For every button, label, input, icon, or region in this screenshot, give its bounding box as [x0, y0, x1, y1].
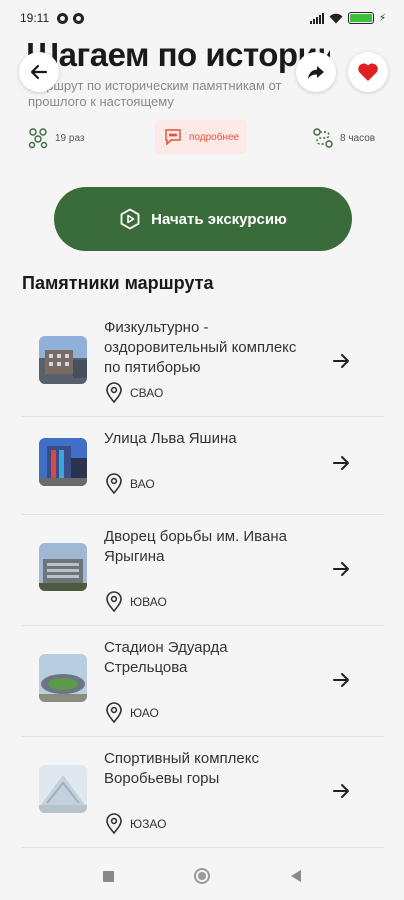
monument-name: Дворец борьбы им. Ивана Ярыгина: [104, 528, 287, 565]
location-pin-icon: [106, 813, 122, 835]
monument-name: Улица Льва Яшина: [104, 430, 237, 447]
start-tour-button[interactable]: Начать экскурсию: [54, 187, 352, 251]
heart-icon: [358, 63, 378, 81]
arrow-right-icon: [333, 354, 349, 368]
section-title: Памятники маршрута: [22, 273, 214, 293]
monument-thumbnail: [39, 654, 87, 702]
system-nav-bar: [0, 852, 404, 900]
monument-district: СВАО: [104, 382, 163, 404]
arrow-right-icon: [333, 673, 349, 687]
back-triangle-icon[interactable]: [290, 869, 302, 883]
duration-value: 8 часов: [340, 132, 376, 144]
chat-icon: [165, 129, 181, 146]
monument-item[interactable]: Стадион Эдуарда Стрельцова ЮАО: [22, 626, 384, 737]
start-tour-label: Начать экскурсию: [151, 210, 287, 228]
monument-district: ЮАО: [104, 702, 159, 724]
monument-thumbnail: [39, 336, 87, 384]
route-icon: [313, 128, 333, 148]
monument-item[interactable]: Улица Льва Яшина ВАО: [22, 417, 384, 515]
open-monument-button[interactable]: [328, 556, 354, 582]
duration-stat: 8 часов: [312, 127, 375, 149]
monument-district: ЮЗАО: [104, 813, 166, 835]
status-icons: ⚡: [309, 12, 386, 24]
district-label: СВАО: [130, 386, 164, 400]
visits-count: 19 раз: [55, 132, 85, 144]
arrow-left-icon: [30, 64, 48, 80]
share-button[interactable]: [296, 52, 336, 92]
district-label: ЮВАО: [130, 595, 167, 609]
status-bar: 19:11 ⚡: [0, 0, 404, 36]
battery-icon: [347, 12, 374, 24]
district-label: ЮЗАО: [130, 817, 167, 831]
open-monument-button[interactable]: [328, 348, 354, 374]
monument-district: ЮВАО: [104, 591, 167, 613]
wifi-icon: [329, 13, 343, 23]
open-monument-button[interactable]: [328, 778, 354, 804]
notification-icon: [73, 12, 85, 24]
monuments-list: Физкультурно - оздоровительный комплекс …: [22, 306, 384, 848]
recent-apps-icon[interactable]: [102, 870, 114, 882]
monument-name: Физкультурно - оздоровительный комплекс …: [104, 319, 297, 376]
location-pin-icon: [106, 591, 122, 613]
open-monument-button[interactable]: [328, 667, 354, 693]
monument-district: ВАО: [104, 473, 155, 495]
back-button[interactable]: [19, 52, 59, 92]
home-icon[interactable]: [193, 868, 210, 884]
monument-item[interactable]: Физкультурно - оздоровительный комплекс …: [22, 306, 384, 417]
page-title: Шагаем по истории: [26, 36, 330, 73]
monument-name: Стадион Эдуарда Стрельцова: [104, 639, 228, 676]
arrow-right-icon: [333, 562, 349, 576]
play-hexagon-icon: [120, 208, 140, 230]
location-pin-icon: [106, 702, 122, 724]
share-icon: [308, 66, 324, 79]
more-details-button[interactable]: подробнее: [155, 120, 248, 154]
arrow-right-icon: [333, 784, 349, 798]
route-description: Маршрут по историческим памятникам от пр…: [28, 78, 282, 109]
charging-icon: ⚡: [378, 12, 386, 24]
signal-icon: [309, 12, 324, 24]
monument-thumbnail: [39, 543, 87, 591]
favorite-button[interactable]: [348, 52, 388, 92]
monument-thumbnail: [39, 438, 87, 486]
monument-thumbnail: [39, 765, 87, 813]
route-stats: 19 раз подробнее 8 часов: [0, 120, 404, 154]
status-time: 19:11: [20, 11, 50, 25]
monument-name: Спортивный комплекс Воробьевы горы: [104, 750, 259, 787]
monument-item[interactable]: Спортивный комплекс Воробьевы горы ЮЗАО: [22, 737, 384, 848]
people-icon: [28, 128, 48, 149]
arrow-right-icon: [333, 456, 349, 470]
visits-stat: 19 раз: [27, 127, 85, 149]
district-label: ЮАО: [130, 706, 159, 720]
monument-item[interactable]: Дворец борьбы им. Ивана Ярыгина ЮВАО: [22, 515, 384, 626]
open-monument-button[interactable]: [328, 450, 354, 476]
district-label: ВАО: [130, 477, 155, 491]
location-pin-icon: [106, 473, 122, 495]
notification-icon: [57, 12, 69, 24]
more-details-label: подробнее: [189, 131, 240, 143]
location-pin-icon: [106, 382, 122, 404]
